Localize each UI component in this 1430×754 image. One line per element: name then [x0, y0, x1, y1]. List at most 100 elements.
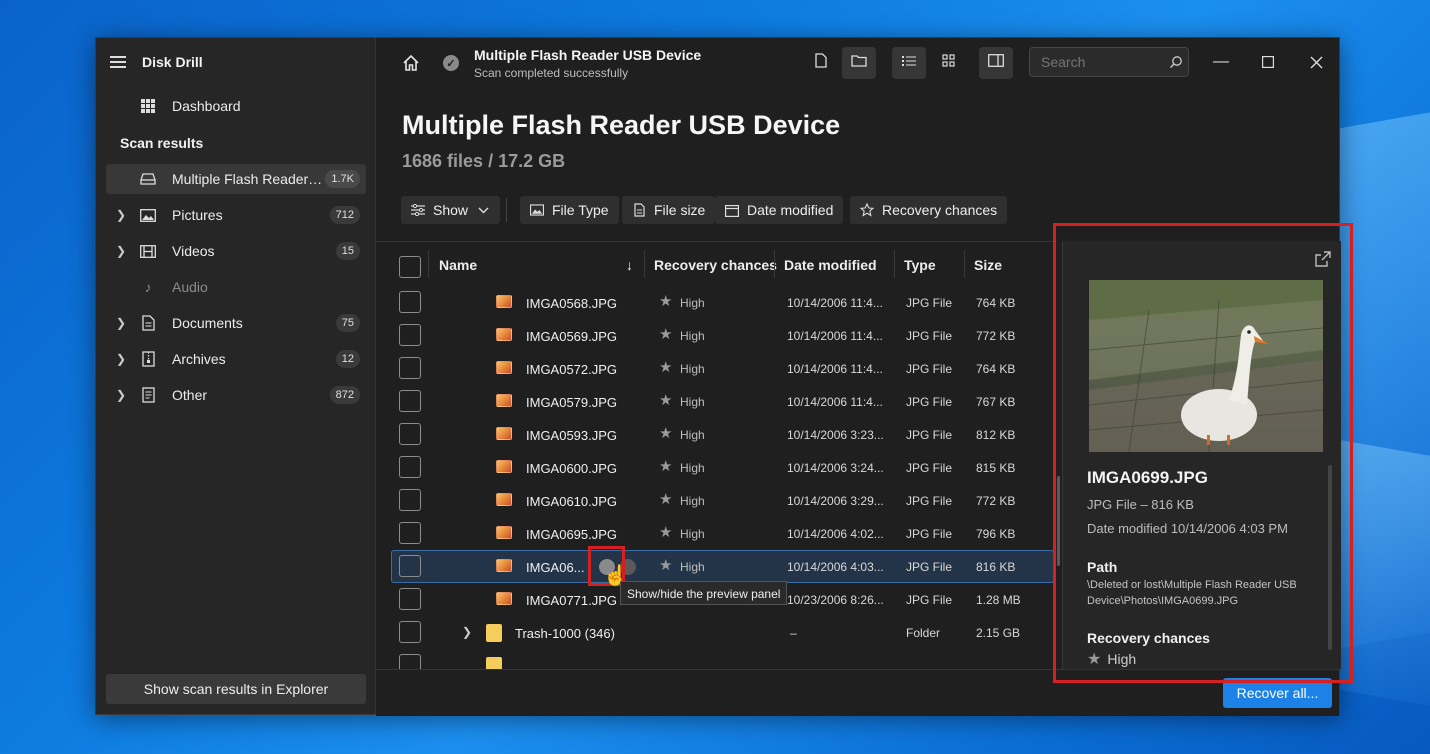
select-all-checkbox[interactable]	[399, 256, 421, 278]
file-name: IMGA0600.JPG	[526, 461, 618, 476]
item-count-badge: 15	[335, 242, 360, 260]
table-row-selected[interactable]: IMGA06... ★ High 10/14/2006 4:03... JPG …	[391, 550, 1053, 583]
recovery-chance: High	[680, 461, 705, 475]
star-icon: ★	[659, 293, 673, 310]
file-size: 764 KB	[976, 362, 1016, 376]
chevron-right-icon[interactable]: ❯	[112, 352, 130, 366]
row-checkbox[interactable]	[399, 456, 421, 478]
file-name: IMGA06...	[526, 560, 585, 575]
column-type[interactable]: Type	[904, 257, 936, 273]
grid-view-button[interactable]	[931, 47, 965, 79]
file-type: JPG File	[906, 296, 953, 310]
table-row[interactable]: IMGA0569.JPG ★ High 10/14/2006 11:4... J…	[376, 319, 1053, 352]
device-title: Multiple Flash Reader USB Device	[474, 47, 702, 63]
row-checkbox[interactable]	[399, 654, 421, 669]
sidebar-item-pictures[interactable]: ❯ Pictures 712	[106, 200, 366, 230]
file-name: IMGA0695.JPG	[526, 527, 618, 542]
file-size: 796 KB	[976, 527, 1016, 541]
sort-descending-icon[interactable]: ↓	[626, 257, 633, 273]
list-view-button[interactable]	[892, 47, 926, 79]
jpg-file-icon	[496, 559, 512, 572]
star-icon: ★	[659, 425, 673, 442]
date-modified: –	[790, 626, 797, 640]
sidebar-item-label: Archives	[172, 351, 226, 367]
date-modified: 10/14/2006 11:4...	[787, 395, 883, 409]
maximize-icon[interactable]	[1256, 50, 1280, 74]
recovery-chances-filter[interactable]: Recovery chances	[850, 196, 1008, 224]
sidebar-item-label: Videos	[172, 243, 215, 259]
chevron-right-icon[interactable]: ❯	[112, 208, 130, 222]
chevron-down-icon	[476, 203, 490, 217]
sidebar-item-videos[interactable]: ❯ Videos 15	[106, 236, 366, 266]
table-row[interactable]: IMGA0610.JPG ★ High 10/14/2006 3:29... J…	[376, 484, 1053, 517]
close-icon[interactable]	[1304, 50, 1328, 74]
star-icon: ★	[659, 326, 673, 343]
sidebar-item-documents[interactable]: ❯ Documents 75	[106, 308, 366, 338]
row-checkbox[interactable]	[399, 621, 421, 643]
preview-panel-toggle[interactable]	[979, 47, 1013, 79]
show-in-explorer-button[interactable]: Show scan results in Explorer	[106, 674, 366, 704]
filter-divider	[506, 198, 507, 222]
row-checkbox[interactable]	[399, 588, 421, 610]
show-filter-dropdown[interactable]: Show	[401, 196, 501, 224]
row-checkbox[interactable]	[399, 423, 421, 445]
calendar-icon	[725, 203, 739, 217]
chevron-right-icon[interactable]: ❯	[112, 388, 130, 402]
search-icon[interactable]	[1169, 55, 1183, 69]
sidebar-item-archives[interactable]: ❯ Archives 12	[106, 344, 366, 374]
row-checkbox[interactable]	[399, 324, 421, 346]
file-size: 816 KB	[976, 560, 1016, 574]
file-size-filter[interactable]: File size	[622, 196, 716, 224]
table-row-partial[interactable]	[376, 649, 1053, 669]
folder-row[interactable]: ❯ Trash-1000 (346) – Folder 2.15 GB	[376, 616, 1053, 649]
column-recovery-chances[interactable]: Recovery chances	[654, 257, 777, 273]
star-icon	[860, 203, 874, 217]
chevron-right-icon[interactable]: ❯	[112, 316, 130, 330]
table-row[interactable]: IMGA0568.JPG ★ High 10/14/2006 11:4... J…	[376, 286, 1053, 319]
scan-complete-icon: ✓	[443, 55, 459, 71]
chevron-right-icon[interactable]: ❯	[112, 244, 130, 258]
table-row[interactable]: IMGA0572.JPG ★ High 10/14/2006 11:4... J…	[376, 352, 1053, 385]
table-row[interactable]: IMGA0593.JPG ★ High 10/14/2006 3:23... J…	[376, 418, 1053, 451]
recovery-chance: High	[680, 362, 705, 376]
date-modified-filter[interactable]: Date modified	[715, 196, 844, 224]
minimize-icon[interactable]: —	[1209, 50, 1233, 74]
row-checkbox[interactable]	[399, 390, 421, 412]
row-checkbox[interactable]	[399, 291, 421, 313]
file-icon	[815, 53, 827, 73]
menu-icon[interactable]	[110, 56, 126, 68]
row-checkbox[interactable]	[399, 522, 421, 544]
archive-icon	[138, 351, 158, 367]
folder-view-button[interactable]	[842, 47, 876, 79]
home-icon[interactable]	[402, 54, 420, 72]
file-type-filter[interactable]: File Type	[520, 196, 619, 224]
sidebar-item-dashboard[interactable]: Dashboard	[106, 91, 366, 121]
table-row[interactable]: IMGA0600.JPG ★ High 10/14/2006 3:24... J…	[376, 451, 1053, 484]
file-view-button[interactable]	[804, 47, 838, 79]
date-modified: 10/14/2006 4:03...	[787, 560, 884, 574]
picture-icon	[138, 207, 158, 223]
folder-name: Trash-1000 (346)	[515, 626, 615, 641]
music-icon: ♪	[144, 279, 152, 295]
row-checkbox[interactable]	[399, 489, 421, 511]
column-size[interactable]: Size	[974, 257, 1002, 273]
date-modified: 10/14/2006 3:24...	[787, 461, 884, 475]
file-size: 764 KB	[976, 296, 1016, 310]
table-row[interactable]: IMGA0695.JPG ★ High 10/14/2006 4:02... J…	[376, 517, 1053, 550]
column-date-modified[interactable]: Date modified	[784, 257, 877, 273]
sidebar-item-other[interactable]: ❯ Other 872	[106, 380, 366, 410]
chevron-right-icon[interactable]: ❯	[462, 625, 472, 639]
file-type: JPG File	[906, 461, 953, 475]
star-icon: ★	[659, 392, 673, 409]
sidebar-item-audio[interactable]: ♪ Audio	[106, 272, 366, 302]
file-type: JPG File	[906, 593, 953, 607]
search-input[interactable]	[1029, 47, 1189, 77]
star-icon: ★	[659, 458, 673, 475]
row-checkbox[interactable]	[399, 357, 421, 379]
table-row[interactable]: IMGA0579.JPG ★ High 10/14/2006 11:4... J…	[376, 385, 1053, 418]
row-checkbox[interactable]	[399, 555, 421, 577]
star-icon: ★	[659, 491, 673, 508]
sidebar-item-device[interactable]: Multiple Flash Reader U... 1.7K	[106, 164, 366, 194]
file-summary: 1686 files / 17.2 GB	[402, 151, 566, 171]
column-name[interactable]: Name	[439, 257, 477, 273]
